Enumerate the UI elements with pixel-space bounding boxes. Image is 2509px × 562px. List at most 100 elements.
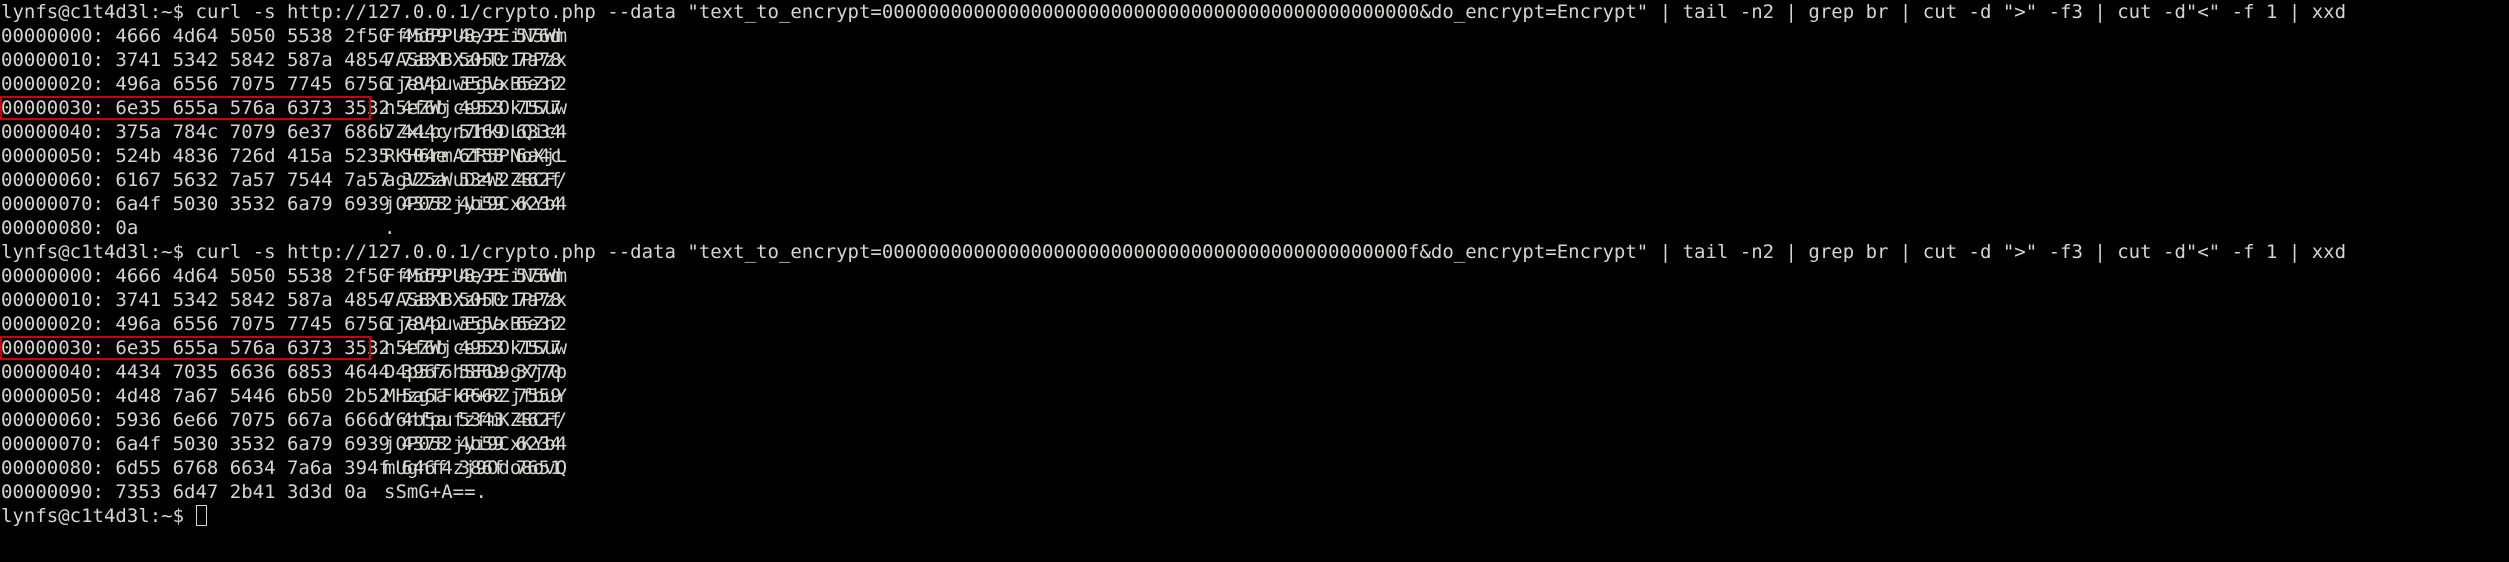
hexdump-left: 00000050: 524b 4836 726d 415a 5235 504e …: [1, 144, 562, 168]
command-text[interactable]: curl -s http://127.0.0.1/crypto.php --da…: [196, 1, 2347, 23]
hexdump-left: 00000040: 4434 7035 6636 6853 4644 3967 …: [1, 360, 562, 384]
hex-ascii: n5eZWjcs52OkISuw: [384, 97, 568, 119]
hexdump-left: 00000030: 6e35 655a 576a 6373 3532 4f6b …: [1, 96, 562, 120]
terminal-window[interactable]: lynfs@c1t4d3l:~$ curl -s http://127.0.0.…: [0, 0, 2509, 562]
hexdump-row: 00000080: 6d55 6768 6634 7a6a 394f 646f …: [1, 456, 2509, 480]
cursor[interactable]: [195, 505, 207, 526]
hexdump-left: 00000090: 7353 6d47 2b41 3d3d 0a: [1, 480, 384, 504]
prompt-path: :~: [149, 241, 173, 263]
hex-ascii: sSmG+A==.: [384, 481, 487, 503]
hexdump-left: 00000060: 6167 5632 7a57 7544 7a57 325a …: [1, 168, 562, 192]
hex-ascii: 7ASBXBXzHTz1PPzx: [384, 289, 568, 311]
hex-offset: 00000050:: [1, 385, 104, 407]
hexdump-row: 00000020: 496a 6556 7075 7745 6756 7842 …: [1, 312, 2509, 336]
hex-ascii: Y6nfpufzfmKZSCF/: [384, 409, 568, 431]
separator: [104, 289, 115, 311]
hex-offset: 00000060:: [1, 409, 104, 431]
hex-ascii: jOP052jyi9CxKYb4: [384, 193, 568, 215]
hex-ascii: n5eZWjcs52OkISuw: [384, 337, 568, 359]
separator: [104, 361, 115, 383]
prompt-user-host: lynfs@c1t4d3l: [1, 241, 150, 263]
hexdump-left: 00000000: 4666 4d64 5050 5538 2f50 4569 …: [1, 264, 562, 288]
prompt-line: lynfs@c1t4d3l:~$ curl -s http://127.0.0.…: [1, 240, 2509, 264]
separator: [104, 433, 115, 455]
hex-ascii: IjeVpuwEgVxB5Zn2: [384, 313, 568, 335]
hexdump-row: 00000050: 524b 4836 726d 415a 5235 504e …: [1, 144, 2509, 168]
hex-offset: 00000060:: [1, 169, 104, 191]
prompt-user-host: lynfs@c1t4d3l: [1, 1, 150, 23]
hex-offset: 00000000:: [1, 25, 104, 47]
hexdump-row: 00000010: 3741 5342 5842 587a 4854 7a31 …: [1, 48, 2509, 72]
hexdump-row: 00000030: 6e35 655a 576a 6373 3532 4f6b …: [0, 336, 2509, 360]
separator: [104, 385, 115, 407]
hex-offset: 00000030:: [1, 97, 104, 119]
separator: [104, 313, 115, 335]
hex-ascii: IjeVpuwEgVxB5Zn2: [384, 73, 568, 95]
hex-ascii: jOP052jyi9CxKYb4: [384, 433, 568, 455]
hex-ascii: 7ASBXBXzHTz1PPzx: [384, 49, 568, 71]
hexdump-left: 00000070: 6a4f 5030 3532 6a79 6939 4378 …: [1, 192, 562, 216]
hex-offset: 00000090:: [1, 481, 104, 503]
separator: [104, 73, 115, 95]
hex-offset: 00000080:: [1, 457, 104, 479]
hex-offset: 00000000:: [1, 265, 104, 287]
hex-ascii: agV2zWuDzW2ZSCF/: [384, 169, 568, 191]
separator: [104, 169, 115, 191]
prompt-user-host: lynfs@c1t4d3l: [1, 505, 150, 527]
prompt-symbol: $: [172, 241, 196, 263]
hexdump-row: 00000050: 4d48 7a67 5446 6b50 2b52 5a6a …: [1, 384, 2509, 408]
separator: [104, 49, 115, 71]
separator: [104, 121, 115, 143]
hexdump-row: 00000070: 6a4f 5030 3532 6a79 6939 4378 …: [1, 432, 2509, 456]
hex-bytes: 7353 6d47 2b41 3d3d 0a: [115, 481, 368, 503]
separator: [104, 145, 115, 167]
hex-offset: 00000080:: [1, 217, 104, 239]
hexdump-left: 00000050: 4d48 7a67 5446 6b50 2b52 5a6a …: [1, 384, 562, 408]
separator: [104, 193, 115, 215]
hexdump-left: 00000010: 3741 5342 5842 587a 4854 7a31 …: [1, 288, 562, 312]
hexdump-row: 00000010: 3741 5342 5842 587a 4854 7a31 …: [1, 288, 2509, 312]
hexdump-left: 00000020: 496a 6556 7075 7745 6756 7842 …: [1, 72, 562, 96]
hex-offset: 00000070:: [1, 433, 104, 455]
hexdump-row: 00000020: 496a 6556 7075 7745 6756 7842 …: [1, 72, 2509, 96]
hex-offset: 00000010:: [1, 49, 104, 71]
hex-ascii: MHzgTFkP+RZjfbuY: [384, 385, 568, 407]
hex-offset: 00000030:: [1, 337, 104, 359]
separator: [104, 25, 115, 47]
command-text[interactable]: curl -s http://127.0.0.1/crypto.php --da…: [196, 241, 2347, 263]
hexdump-row: 00000030: 6e35 655a 576a 6373 3532 4f6b …: [0, 96, 2509, 120]
prompt-path: :~: [149, 1, 173, 23]
hexdump-left: 00000080: 0a: [1, 216, 384, 240]
hexdump-row: 00000040: 4434 7035 6636 6853 4644 3967 …: [1, 360, 2509, 384]
separator: [104, 265, 115, 287]
hexdump-row: 00000000: 4666 4d64 5050 5538 2f50 4569 …: [1, 264, 2509, 288]
separator: [104, 337, 115, 359]
hexdump-left: 00000040: 375a 784c 7079 6e37 686b 444c …: [1, 120, 562, 144]
prompt-symbol: $: [172, 1, 196, 23]
hex-ascii: RKH6rmAZR5PNoXjL: [384, 145, 568, 167]
hexdump-row: 00000060: 5936 6e66 7075 667a 666d 4b5a …: [1, 408, 2509, 432]
hexdump-left: 00000020: 496a 6556 7075 7745 6756 7842 …: [1, 312, 562, 336]
hexdump-left: 00000080: 6d55 6768 6634 7a6a 394f 646f …: [1, 456, 562, 480]
hexdump-left: 00000070: 6a4f 5030 3532 6a79 6939 4378 …: [1, 432, 562, 456]
hex-offset: 00000050:: [1, 145, 104, 167]
prompt-symbol: $: [172, 505, 196, 527]
hexdump-row: 00000060: 6167 5632 7a57 7544 7a57 325a …: [1, 168, 2509, 192]
hexdump-row: 00000080: 0a.: [1, 216, 2509, 240]
hex-offset: 00000040:: [1, 121, 104, 143]
separator: [104, 409, 115, 431]
hex-bytes: 0a: [115, 217, 139, 239]
hexdump-left: 00000060: 5936 6e66 7075 667a 666d 4b5a …: [1, 408, 562, 432]
prompt-line: lynfs@c1t4d3l:~$: [1, 504, 2509, 528]
hexdump-row: 00000000: 4666 4d64 5050 5538 2f50 4569 …: [1, 24, 2509, 48]
separator: [104, 217, 115, 239]
hex-offset: 00000020:: [1, 313, 104, 335]
separator: [104, 457, 115, 479]
hexdump-row: 00000040: 375a 784c 7079 6e37 686b 444c …: [1, 120, 2509, 144]
separator: [104, 97, 115, 119]
hexdump-row: 00000070: 6a4f 5030 3532 6a79 6939 4378 …: [1, 192, 2509, 216]
separator: [104, 481, 115, 503]
hex-offset: 00000010:: [1, 289, 104, 311]
hexdump-left: 00000000: 4666 4d64 5050 5538 2f50 4569 …: [1, 24, 562, 48]
hex-ascii: mUghf4zj9Odo8ovQ: [384, 457, 568, 479]
